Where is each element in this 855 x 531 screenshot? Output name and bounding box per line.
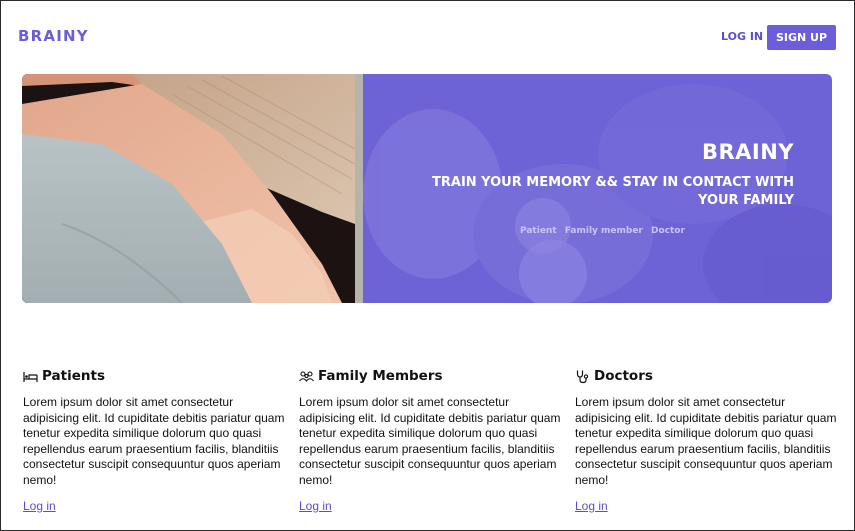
- feature-heading: Family Members: [299, 366, 564, 386]
- feature-patients: Patients Lorem ipsum dolor sit amet cons…: [23, 366, 288, 515]
- login-link[interactable]: LOG IN: [721, 30, 763, 43]
- feature-title: Family Members: [318, 368, 443, 384]
- role-patient-link[interactable]: Patient: [520, 226, 557, 236]
- feature-doctors: Doctors Lorem ipsum dolor sit amet conse…: [575, 366, 840, 515]
- hero-subtitle: TRAIN YOUR MEMORY && STAY IN CONTACT WIT…: [432, 175, 794, 208]
- hero-title: BRAINY: [701, 140, 794, 164]
- feature-description: Lorem ipsum dolor sit amet consectetur a…: [575, 395, 837, 487]
- hands-photo-image: [22, 74, 355, 303]
- feature-title: Doctors: [594, 368, 653, 384]
- feature-heading: Doctors: [575, 366, 840, 386]
- hero-photo: [22, 74, 355, 303]
- family-login-link[interactable]: Log in: [299, 499, 332, 513]
- hero-overlay: BRAINY TRAIN YOUR MEMORY && STAY IN CONT…: [363, 74, 832, 303]
- people-icon: [299, 369, 314, 384]
- role-family-member-link[interactable]: Family member: [565, 226, 643, 236]
- hero-divider: [355, 74, 363, 303]
- stethoscope-icon: [575, 369, 590, 384]
- doctors-login-link[interactable]: Log in: [575, 499, 608, 513]
- brand-logo[interactable]: BRAINY: [18, 27, 89, 45]
- feature-description: Lorem ipsum dolor sit amet consectetur a…: [299, 395, 561, 487]
- bed-icon: [23, 369, 38, 384]
- feature-heading: Patients: [23, 366, 288, 386]
- hero-roles: Patient Family member Doctor: [520, 226, 690, 236]
- signup-button[interactable]: SIGN UP: [767, 25, 836, 50]
- role-doctor-link[interactable]: Doctor: [651, 226, 685, 236]
- patients-login-link[interactable]: Log in: [23, 499, 56, 513]
- feature-description: Lorem ipsum dolor sit amet consectetur a…: [23, 395, 285, 487]
- hero-banner: BRAINY TRAIN YOUR MEMORY && STAY IN CONT…: [22, 74, 832, 303]
- feature-title: Patients: [42, 368, 105, 384]
- feature-family-members: Family Members Lorem ipsum dolor sit ame…: [299, 366, 564, 515]
